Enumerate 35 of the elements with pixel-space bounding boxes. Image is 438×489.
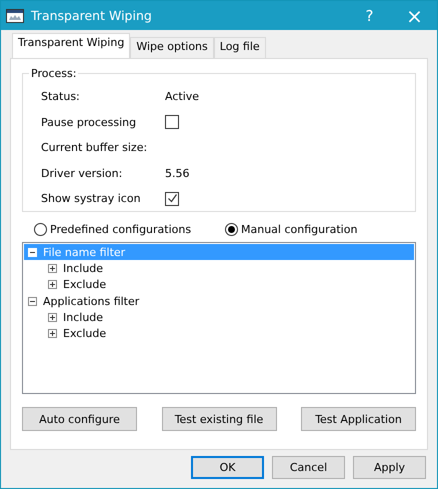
radio-button[interactable]	[225, 222, 238, 236]
expand-icon[interactable]	[48, 280, 57, 290]
field-label: Status:	[41, 90, 81, 104]
action-button[interactable]: Auto configure	[22, 407, 137, 431]
expand-icon[interactable]	[48, 329, 57, 338]
tree-item[interactable]: Applications filter	[43, 294, 140, 308]
dialog-button[interactable]: Apply	[353, 456, 426, 479]
radio-label[interactable]: Predefined configurations	[50, 222, 192, 236]
expand-icon[interactable]	[48, 312, 57, 322]
field-label: Driver version:	[41, 166, 124, 180]
checkbox[interactable]	[165, 115, 179, 130]
tree-item[interactable]: Exclude	[63, 327, 106, 340]
collapse-icon[interactable]	[28, 296, 37, 306]
group-title: Process:	[30, 67, 78, 80]
tab[interactable]: Transparent Wiping	[12, 33, 130, 58]
action-button[interactable]: Test Application	[301, 407, 416, 431]
tree-item[interactable]: Include	[63, 310, 104, 324]
tree-item[interactable]: Include	[63, 262, 104, 275]
field-value: 5.56	[165, 166, 190, 180]
tree-item[interactable]: Exclude	[63, 278, 106, 292]
field-value: Active	[165, 90, 200, 104]
tab[interactable]: Log file	[214, 37, 266, 58]
expand-icon[interactable]	[48, 264, 57, 273]
window-icon	[6, 8, 24, 22]
tab[interactable]: Wipe options	[130, 37, 214, 58]
radio-label[interactable]: Manual configuration	[241, 222, 358, 236]
field-label: Show systray icon	[41, 192, 142, 206]
field-label: Pause processing	[41, 116, 138, 129]
field-label: Current buffer size:	[41, 141, 148, 154]
window-title: Transparent Wiping	[31, 8, 153, 23]
action-button[interactable]: Test existing file	[162, 407, 276, 431]
radio-button[interactable]	[34, 222, 47, 236]
dialog-button[interactable]: Cancel	[272, 456, 345, 479]
dialog-button[interactable]: OK	[191, 456, 264, 479]
checkbox[interactable]	[165, 192, 179, 206]
